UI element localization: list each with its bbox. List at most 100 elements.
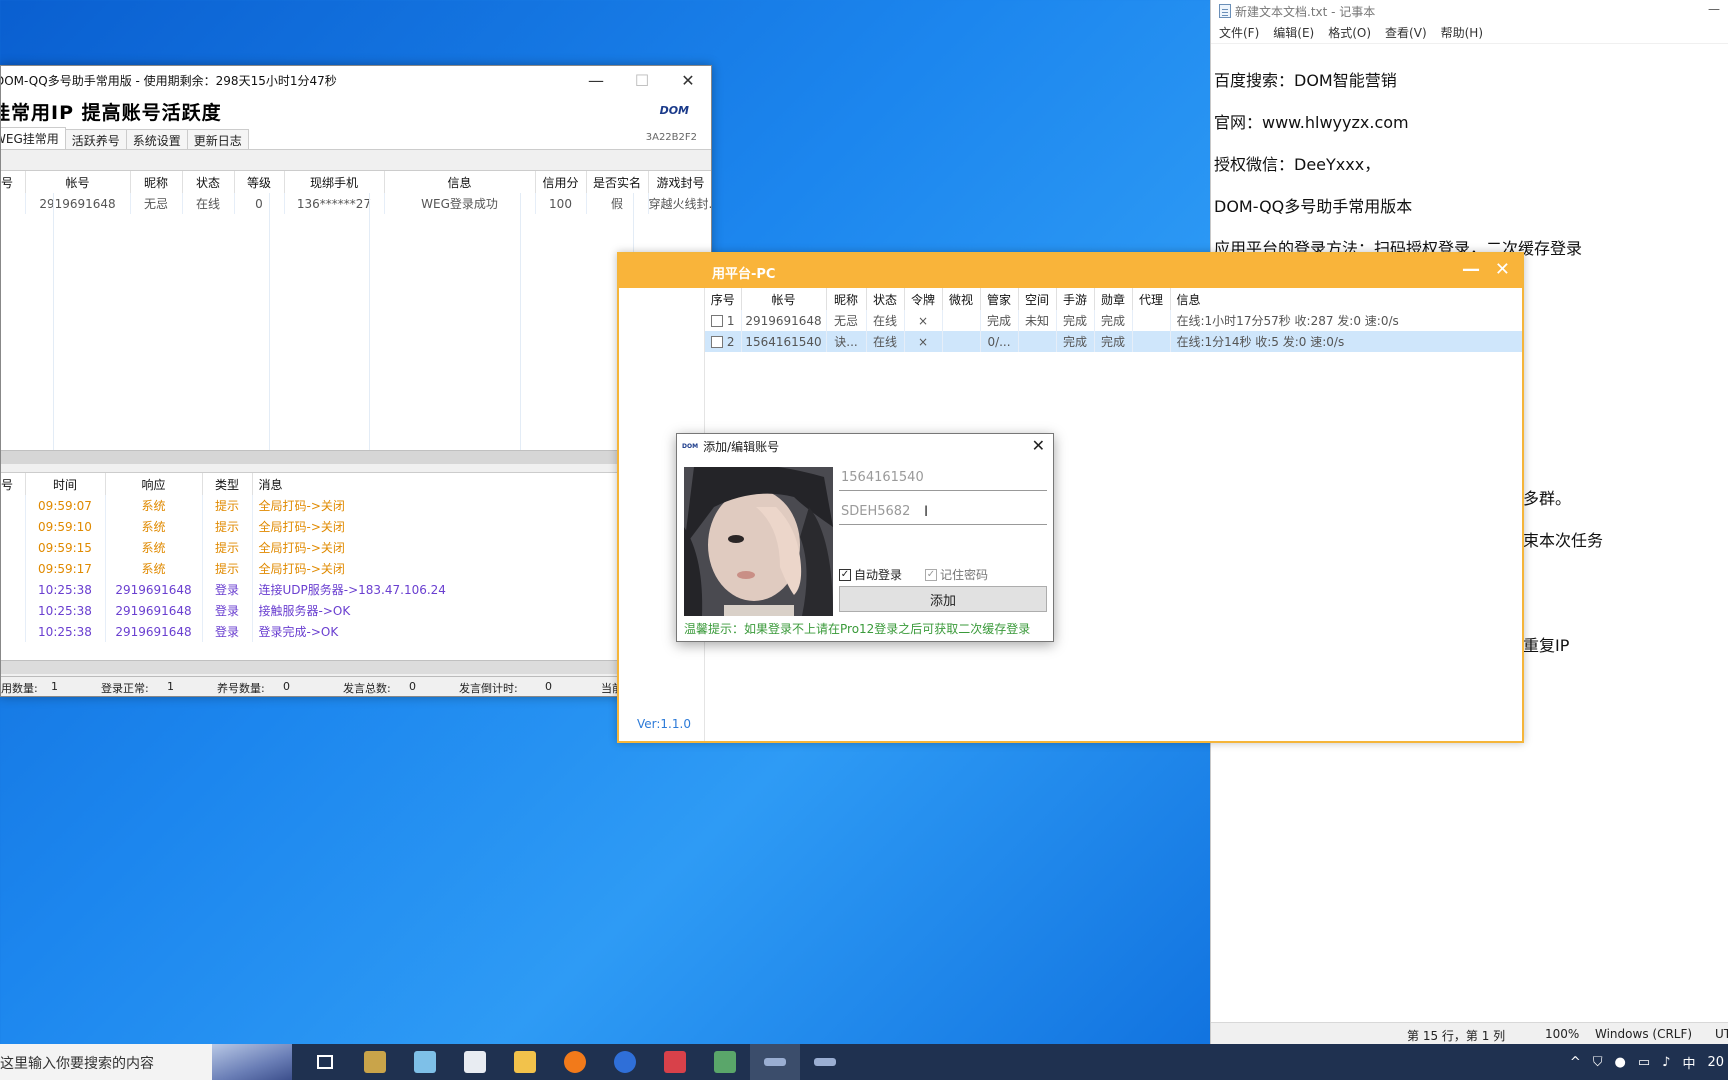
menu-file[interactable]: 文件(F) <box>1219 24 1259 41</box>
col-proxy[interactable]: 代理 <box>1132 288 1171 310</box>
minimize-icon[interactable]: — <box>1462 259 1480 280</box>
app-red-icon[interactable] <box>650 1044 700 1080</box>
log-row[interactable]: 10:25:38 2919691648 登录 登录完成->OK <box>1 621 711 642</box>
app-green-icon[interactable] <box>700 1044 750 1080</box>
league-app-icon[interactable] <box>350 1044 400 1080</box>
notepad-titlebar[interactable]: 新建文本文档.txt - 记事本 — <box>1211 0 1728 22</box>
text-cursor-icon: I <box>924 504 929 520</box>
col-medal[interactable]: 勋章 <box>1094 288 1133 310</box>
log-col-response[interactable]: 响应 <box>105 473 203 495</box>
auto-login-checkbox[interactable]: ✓ 自动登录 <box>839 566 902 583</box>
col-index[interactable]: 序号 <box>705 288 742 310</box>
ime-indicator[interactable]: 中 <box>1682 1053 1695 1072</box>
horizontal-scrollbar[interactable] <box>1 450 711 464</box>
row-checkbox[interactable] <box>710 336 723 348</box>
col-index[interactable]: 号 <box>1 171 26 193</box>
notepad-statusbar: 第 15 行，第 1 列 100% Windows (CRLF) UT <box>1211 1022 1728 1044</box>
close-icon[interactable]: ✕ <box>1495 259 1510 280</box>
row-index-cell[interactable]: 2 <box>705 331 742 352</box>
taskbar-search[interactable]: 这里输入你要搜索的内容 <box>0 1044 292 1080</box>
menu-help[interactable]: 帮助(H) <box>1441 24 1483 41</box>
network-icon[interactable]: ▭ <box>1638 1055 1650 1070</box>
col-credit[interactable]: 信用分 <box>535 171 587 193</box>
table-row[interactable]: 2919691648 无忌 在线 0 136******27 WEG登录成功 1… <box>1 193 711 214</box>
platform-table-row[interactable]: 1 2919691648 无忌 在线 × 完成 未知 完成 完成 在线:1小时17分57秒 收:2… <box>705 310 1522 331</box>
col-level[interactable]: 等级 <box>234 171 285 193</box>
close-icon[interactable]: ✕ <box>665 66 711 94</box>
main-titlebar[interactable]: DOM-QQ多号助手常用版 - 使用期剩余：298天15小时1分47秒 — ☐ … <box>1 66 711 94</box>
menu-view[interactable]: 查看(V) <box>1385 24 1427 41</box>
log-type: 提示 <box>202 558 253 579</box>
col-phone[interactable]: 现绑手机 <box>284 171 385 193</box>
cell: 在线 <box>182 193 235 214</box>
log-horizontal-scrollbar[interactable] <box>1 660 671 674</box>
platform-titlebar[interactable]: 用平台-PC — ✕ <box>619 254 1522 288</box>
shield-icon[interactable]: ⛉ <box>1593 1055 1603 1070</box>
file-explorer-icon[interactable] <box>500 1044 550 1080</box>
col-game-ban[interactable]: 游戏封号 <box>648 171 711 193</box>
row-index-cell[interactable]: 1 <box>705 310 742 331</box>
notepad-line: 多群。 <box>1523 489 1572 508</box>
col-info[interactable]: 信息 <box>384 171 536 193</box>
tab-settings[interactable]: 系统设置 <box>125 129 188 149</box>
add-button[interactable]: 添加 <box>839 586 1047 612</box>
log-time: 09:59:10 <box>25 516 106 537</box>
dom-app-icon[interactable] <box>750 1044 800 1080</box>
maximize-icon[interactable]: ☐ <box>619 66 665 94</box>
log-row[interactable]: 09:59:15 系统 提示 全局打码->关闭 <box>1 537 711 558</box>
log-row[interactable]: 09:59:17 系统 提示 全局打码->关闭 <box>1 558 711 579</box>
minimize-icon[interactable]: — <box>573 66 619 94</box>
qq-icon[interactable]: ● <box>1615 1055 1626 1070</box>
taskbar: 这里输入你要搜索的内容 ^ ⛉ ● ▭ ♪ 中 20 <box>0 1044 1728 1080</box>
log-type: 提示 <box>202 537 253 558</box>
col-account[interactable]: 帐号 <box>25 171 131 193</box>
platform-table-row[interactable]: 2 1564161540 诀... 在线 × 0/... 完成 完成 在线:1分14秒 收:5 … <box>705 331 1522 352</box>
firefox-icon[interactable] <box>550 1044 600 1080</box>
task-view-icon[interactable] <box>300 1044 350 1080</box>
log-col-type[interactable]: 类型 <box>202 473 253 495</box>
col-status[interactable]: 状态 <box>182 171 235 193</box>
tab-changelog[interactable]: 更新日志 <box>186 129 249 149</box>
zoom-level: 100% <box>1545 1027 1580 1041</box>
clock[interactable]: 20 <box>1707 1055 1724 1070</box>
dialog-tip: 温馨提示：如果登录不上请在Pro12登录之后可获取二次缓存登录 <box>684 622 1031 636</box>
col-mobile-game[interactable]: 手游 <box>1056 288 1095 310</box>
status-value: 0 <box>545 680 552 693</box>
col-account[interactable]: 帐号 <box>741 288 827 310</box>
dom-platform-icon[interactable] <box>800 1044 850 1080</box>
col-nickname[interactable]: 昵称 <box>826 288 867 310</box>
dialog-titlebar[interactable]: DOM 添加/编辑账号 ✕ <box>677 434 1053 458</box>
col-weishi[interactable]: 微视 <box>942 288 981 310</box>
avatar <box>684 467 833 616</box>
notepad-app-icon[interactable] <box>400 1044 450 1080</box>
remember-password-checkbox[interactable]: ✓ 记住密码 <box>925 566 988 583</box>
browser-icon[interactable] <box>600 1044 650 1080</box>
log-col-time[interactable]: 时间 <box>25 473 106 495</box>
menu-format[interactable]: 格式(O) <box>1328 24 1371 41</box>
col-guanjia[interactable]: 管家 <box>980 288 1019 310</box>
log-col-index[interactable]: 号 <box>1 473 26 495</box>
password-input[interactable] <box>839 499 1047 525</box>
col-status[interactable]: 状态 <box>866 288 905 310</box>
status-label: 发言总数: <box>343 682 391 695</box>
volume-icon[interactable]: ♪ <box>1662 1055 1670 1070</box>
account-input[interactable] <box>839 465 1047 491</box>
chevron-up-icon[interactable]: ^ <box>1570 1055 1581 1070</box>
log-row[interactable]: 10:25:38 2919691648 登录 连接UDP服务器->183.47.106… <box>1 579 711 600</box>
media-app-icon[interactable] <box>450 1044 500 1080</box>
col-info[interactable]: 信息 <box>1170 288 1522 310</box>
tab-nurture[interactable]: 活跃养号 <box>64 129 127 149</box>
log-row[interactable]: 09:59:10 系统 提示 全局打码->关闭 <box>1 516 711 537</box>
close-icon[interactable]: ✕ <box>1032 436 1045 455</box>
col-realname[interactable]: 是否实名 <box>586 171 649 193</box>
tab-weg[interactable]: WEG挂常用 <box>1 127 66 149</box>
log-row[interactable]: 09:59:07 系统 提示 全局打码->关闭 <box>1 495 711 516</box>
row-checkbox[interactable] <box>710 315 723 327</box>
col-qzone[interactable]: 空间 <box>1018 288 1057 310</box>
col-nickname[interactable]: 昵称 <box>130 171 183 193</box>
log-row[interactable]: 10:25:38 2919691648 登录 接触服务器->OK <box>1 600 711 621</box>
log-index <box>1 558 26 579</box>
col-token[interactable]: 令牌 <box>904 288 943 310</box>
menu-edit[interactable]: 编辑(E) <box>1273 24 1314 41</box>
minimize-icon[interactable]: — <box>1708 2 1720 16</box>
